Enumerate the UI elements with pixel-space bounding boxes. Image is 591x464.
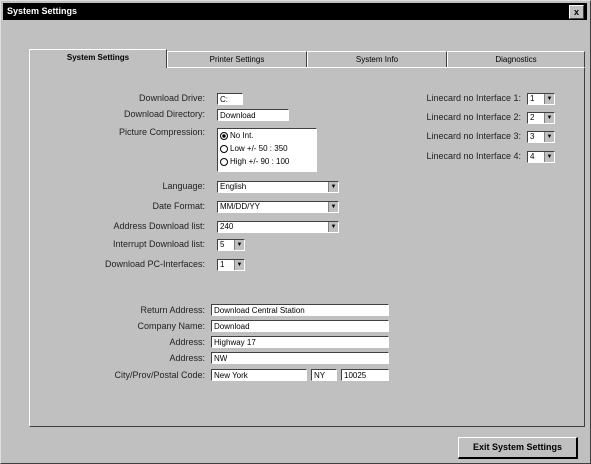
system-settings-window: System Settings x System Settings Printe… — [0, 0, 591, 464]
download-pc-interfaces-select[interactable]: 1 ▼ — [217, 259, 245, 271]
province-field[interactable] — [311, 369, 337, 381]
compression-option-high[interactable]: High +/- 90 : 100 — [220, 157, 289, 166]
address-download-list-select[interactable]: 240 ▼ — [217, 221, 339, 233]
picture-compression-group: No Int. Low +/- 50 : 350 High +/- 90 : 1… — [217, 128, 317, 172]
dropdown-arrow-icon[interactable]: ▼ — [544, 132, 554, 142]
radio-empty-icon — [220, 144, 228, 153]
close-icon[interactable]: x — [569, 5, 584, 19]
linecard-3-select[interactable]: 3 ▼ — [527, 131, 555, 143]
download-drive-input[interactable] — [220, 94, 242, 104]
postal-code-input[interactable] — [344, 370, 388, 380]
linecard-4-label: Linecard no Interface 4: — [426, 151, 521, 161]
linecard-4-select[interactable]: 4 ▼ — [527, 151, 555, 163]
language-label: Language: — [162, 181, 205, 191]
linecard-1-select[interactable]: 1 ▼ — [527, 93, 555, 105]
language-select[interactable]: English ▼ — [217, 181, 339, 193]
company-name-field[interactable] — [211, 320, 389, 332]
dropdown-arrow-icon[interactable]: ▼ — [234, 260, 244, 270]
interrupt-download-list-select[interactable]: 5 ▼ — [217, 239, 245, 251]
address-2-input[interactable] — [214, 353, 388, 363]
download-directory-label: Download Directory: — [123, 109, 205, 119]
address-1-label: Address: — [169, 337, 205, 347]
postal-code-field[interactable] — [341, 369, 389, 381]
linecard-2-label: Linecard no Interface 2: — [426, 112, 521, 122]
return-address-field[interactable] — [211, 304, 389, 316]
tab-printer-settings[interactable]: Printer Settings — [167, 51, 307, 67]
tab-diagnostics[interactable]: Diagnostics — [447, 51, 585, 67]
linecard-2-select[interactable]: 2 ▼ — [527, 112, 555, 124]
tab-system-info[interactable]: System Info — [307, 51, 447, 67]
compression-option-none[interactable]: No Int. — [220, 131, 254, 140]
company-name-input[interactable] — [214, 321, 388, 331]
linecard-3-label: Linecard no Interface 3: — [426, 131, 521, 141]
radio-empty-icon — [220, 157, 228, 166]
address-1-field[interactable] — [211, 336, 389, 348]
download-directory-input[interactable] — [220, 110, 288, 120]
date-format-label: Date Format: — [152, 201, 205, 211]
download-drive-field[interactable] — [217, 93, 243, 105]
dropdown-arrow-icon[interactable]: ▼ — [328, 202, 338, 212]
tab-system-settings[interactable]: System Settings — [29, 49, 167, 68]
date-format-select[interactable]: MM/DD/YY ▼ — [217, 201, 339, 213]
exit-system-settings-button[interactable]: Exit System Settings — [458, 437, 578, 459]
download-directory-field[interactable] — [217, 109, 289, 121]
city-label: City/Prov/Postal Code: — [114, 370, 205, 380]
dropdown-arrow-icon[interactable]: ▼ — [544, 152, 554, 162]
province-input[interactable] — [314, 370, 336, 380]
radio-selected-icon — [220, 131, 228, 140]
window-title: System Settings — [7, 6, 78, 16]
title-bar: System Settings x — [3, 3, 587, 20]
download-pc-interfaces-label: Download PC-Interfaces: — [104, 259, 205, 269]
linecard-1-label: Linecard no Interface 1: — [426, 93, 521, 103]
interrupt-download-list-label: Interrupt Download list: — [112, 239, 205, 249]
company-name-label: Company Name: — [137, 321, 205, 331]
tab-strip: System Settings Printer Settings System … — [29, 49, 585, 68]
compression-option-low[interactable]: Low +/- 50 : 350 — [220, 144, 288, 153]
picture-compression-label: Picture Compression: — [118, 127, 205, 137]
address-1-input[interactable] — [214, 337, 388, 347]
dropdown-arrow-icon[interactable]: ▼ — [234, 240, 244, 250]
dropdown-arrow-icon[interactable]: ▼ — [328, 182, 338, 192]
address-2-field[interactable] — [211, 352, 389, 364]
city-input[interactable] — [214, 370, 306, 380]
dropdown-arrow-icon[interactable]: ▼ — [544, 94, 554, 104]
city-field[interactable] — [211, 369, 307, 381]
address-download-list-label: Address Download list: — [113, 221, 205, 231]
dropdown-arrow-icon[interactable]: ▼ — [544, 113, 554, 123]
download-drive-label: Download Drive: — [138, 93, 205, 103]
dropdown-arrow-icon[interactable]: ▼ — [328, 222, 338, 232]
address-2-label: Address: — [169, 353, 205, 363]
return-address-label: Return Address: — [140, 305, 205, 315]
return-address-input[interactable] — [214, 305, 388, 315]
